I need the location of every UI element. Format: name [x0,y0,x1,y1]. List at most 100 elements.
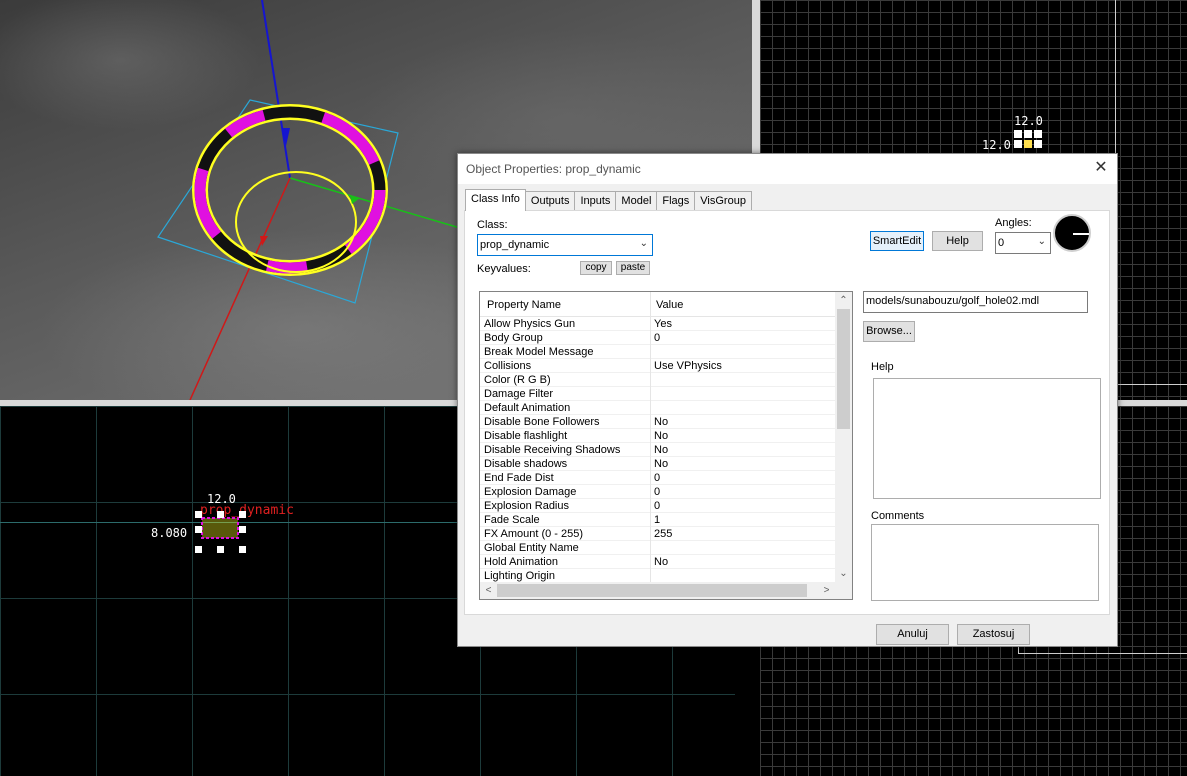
angles-select[interactable]: 0 ⌄ [995,232,1051,254]
property-name: Damage Filter [484,388,554,400]
scroll-left-icon[interactable]: < [480,582,497,599]
close-button[interactable]: ✕ [1091,158,1111,178]
dimension-left-label: 8.080 [151,526,188,540]
tab-visgroup[interactable]: VisGroup [694,191,752,211]
scroll-right-icon[interactable]: > [818,582,835,599]
column-header-property[interactable]: Property Name [487,299,561,311]
property-value: No [654,430,669,442]
property-value: 0 [654,472,661,484]
property-name: Disable Receiving Shadows [484,444,621,456]
table-row[interactable]: Disable Receiving Shadows No [480,443,835,457]
property-name: Lighting Origin [484,570,555,582]
property-value: No [654,444,669,456]
table-row[interactable]: Fade Scale 1 [480,513,835,527]
table-row[interactable]: Disable shadows No [480,457,835,471]
tab-model[interactable]: Model [615,191,658,211]
grid-rows: Allow Physics Gun Yes Body Group 0 Break Mod… [480,317,835,583]
class-select[interactable]: prop_dynamic ⌄ [477,234,653,256]
table-row[interactable]: Damage Filter [480,387,835,401]
property-name: Disable shadows [484,458,568,470]
property-value: 1 [654,514,661,526]
table-row[interactable]: Allow Physics Gun Yes [480,317,835,331]
table-row[interactable]: Hold Animation No [480,555,835,569]
property-value: No [654,416,669,428]
table-row[interactable]: Explosion Radius 0 [480,499,835,513]
tab-strip: Class Info Outputs Inputs Model Flags Vi… [465,189,752,211]
z-axis-line [261,0,291,179]
help-button[interactable]: Help [932,231,983,251]
property-name: Global Entity Name [484,542,579,554]
browse-button[interactable]: Browse... [863,321,915,342]
title-bar[interactable]: Object Properties: prop_dynamic ✕ [458,154,1117,184]
table-row[interactable]: Explosion Damage 0 [480,485,835,499]
property-value: 0 [654,486,661,498]
class-label: Class: [477,219,508,231]
property-value: No [654,556,669,568]
table-row[interactable]: Collisions Use VPhysics [480,359,835,373]
property-name: Hold Animation [484,556,558,568]
comments-textarea[interactable] [871,524,1099,601]
table-row[interactable]: Color (R G B) [480,373,835,387]
scroll-up-icon[interactable]: ⌃ [835,292,852,309]
property-name: Fade Scale [484,514,540,526]
ring-inner-yellow [235,171,357,273]
column-header-value[interactable]: Value [656,299,683,311]
dialog-title: Object Properties: prop_dynamic [466,162,641,176]
property-name: FX Amount (0 - 255) [484,528,584,540]
comments-label: Comments [871,510,925,522]
x-arrow-head [260,236,268,246]
property-value: 0 [654,500,661,512]
property-value: 255 [654,528,673,540]
property-value: 0 [654,332,661,344]
chevron-down-icon: ⌄ [639,238,648,249]
paste-button[interactable]: paste [616,261,650,275]
property-value: No [654,458,669,470]
copy-button[interactable]: copy [580,261,612,275]
table-row[interactable]: Disable flashlight No [480,429,835,443]
class-select-value: prop_dynamic [480,239,550,251]
angle-dial-icon[interactable] [1053,214,1091,252]
tab-class-info[interactable]: Class Info [465,189,526,211]
keyvalues-grid: Property Name Value Allow Physics Gun Yes… [479,291,853,600]
scroll-thumb[interactable] [837,309,850,429]
chevron-down-icon: ⌄ [1037,236,1046,247]
tab-flags[interactable]: Flags [656,191,696,211]
cancel-button[interactable]: Anuluj [876,624,949,645]
property-name: Disable flashlight [484,430,568,442]
property-name: End Fade Dist [484,472,554,484]
tab-outputs[interactable]: Outputs [524,191,576,211]
property-value: Yes [654,318,672,330]
table-row[interactable]: Body Group 0 [480,331,835,345]
help-text-box [873,378,1101,499]
property-name: Allow Physics Gun [484,318,576,330]
property-name: Disable Bone Followers [484,416,600,428]
entity-selection[interactable] [190,502,252,558]
dimension-width-label: 12.0 [1014,114,1043,128]
table-row[interactable]: Default Animation [480,401,835,415]
table-row[interactable]: FX Amount (0 - 255) 255 [480,527,835,541]
model-path-input[interactable]: models/sunabouzu/golf_hole02.mdl [863,291,1088,313]
table-row[interactable]: Break Model Message [480,345,835,359]
table-row[interactable]: Global Entity Name [480,541,835,555]
property-name: Color (R G B) [484,374,551,386]
viewport-guide-line-h [1115,384,1187,385]
selection-handles [1014,130,1042,148]
dimension-height-label: 12.0 [982,138,1011,152]
angles-select-value: 0 [998,237,1005,249]
table-row[interactable]: Disable Bone Followers No [480,415,835,429]
viewport-guide-line [1115,0,1187,400]
apply-button[interactable]: Zastosuj [957,624,1030,645]
property-name: Explosion Radius [484,500,569,512]
grid-header: Property Name Value [480,292,835,317]
vertical-scrollbar[interactable]: ⌃ ⌄ [835,292,852,582]
hscroll-thumb[interactable] [497,584,807,597]
table-row[interactable]: Lighting Origin [480,569,835,583]
smartedit-button[interactable]: SmartEdit [870,231,924,251]
property-name: Collisions [484,360,532,372]
horizontal-scrollbar[interactable]: < > [480,582,852,599]
object-properties-dialog: Object Properties: prop_dynamic ✕ Class … [457,153,1118,647]
table-row[interactable]: End Fade Dist 0 [480,471,835,485]
property-name: Default Animation [484,402,571,414]
tab-inputs[interactable]: Inputs [574,191,617,211]
scroll-down-icon[interactable]: ⌄ [835,565,852,582]
